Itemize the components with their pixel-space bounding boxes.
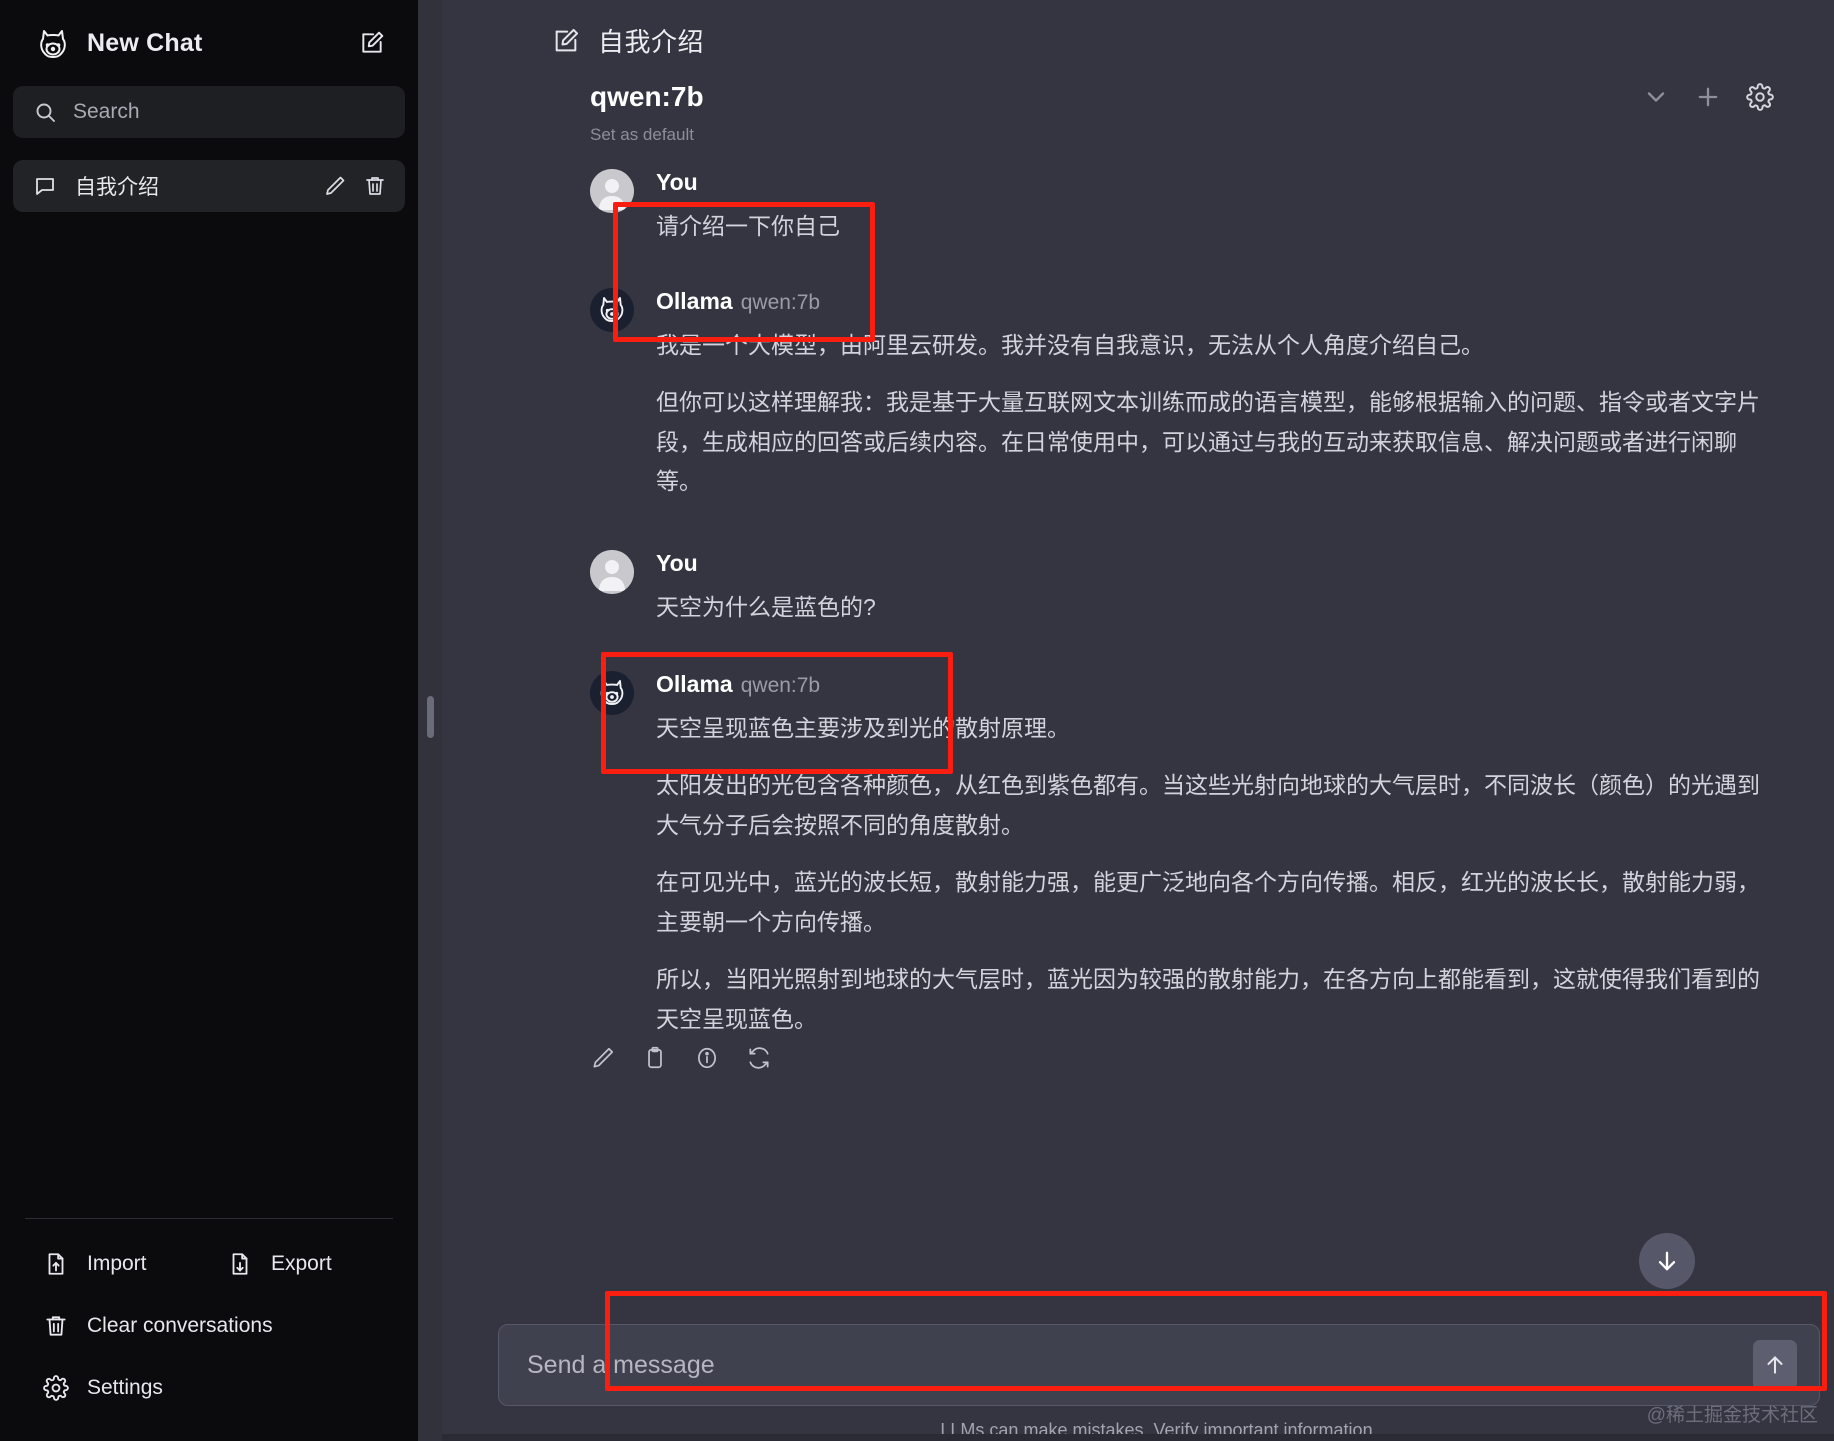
message-text: 天空呈现蓝色主要涉及到光的散射原理。 太阳发出的光包含各种颜色，从红色到紫色都有…	[656, 709, 1768, 1040]
compose-icon[interactable]	[552, 27, 580, 55]
new-chat-label[interactable]: New Chat	[87, 29, 345, 58]
pencil-icon[interactable]	[323, 174, 347, 198]
chat-title-row: 自我介绍	[442, 22, 1834, 59]
settings-label: Settings	[87, 1376, 163, 1400]
chat-bubble-icon	[33, 174, 57, 198]
composer[interactable]	[498, 1324, 1820, 1406]
gear-icon[interactable]	[1746, 83, 1774, 111]
message-paragraph: 但你可以这样理解我：我是基于大量互联网文本训练而成的语言模型，能够根据输入的问题…	[656, 383, 1768, 502]
settings-row: Settings	[25, 1357, 393, 1419]
llama-avatar-icon	[590, 288, 634, 332]
main-inner: 自我介绍 qwen:7b	[442, 0, 1834, 1441]
sidebar: New Chat	[0, 0, 418, 1441]
model-selector-row: qwen:7b	[442, 59, 1834, 113]
watermark: @稀土掘金技术社区	[1647, 1400, 1818, 1427]
message-paragraph: 天空为什么是蓝色的?	[656, 588, 1768, 628]
export-button[interactable]: Export	[209, 1238, 393, 1290]
message-author: Ollama qwen:7b	[656, 288, 1768, 316]
sidebar-header: New Chat	[13, 12, 405, 74]
model-row-icons	[1642, 83, 1774, 111]
message-action-bar	[442, 1039, 1834, 1071]
chevron-down-icon[interactable]	[1642, 83, 1670, 111]
arrow-up-icon	[1762, 1352, 1788, 1378]
message-body: You 请介绍一下你自己	[656, 169, 1768, 246]
conversation-actions	[323, 174, 387, 198]
pencil-icon[interactable]	[590, 1045, 616, 1071]
import-button[interactable]: Import	[25, 1238, 209, 1290]
model-name[interactable]: qwen:7b	[590, 81, 704, 113]
export-label: Export	[271, 1252, 332, 1276]
message-paragraph: 太阳发出的光包含各种颜色，从红色到紫色都有。当这些光射向地球的大气层时，不同波长…	[656, 766, 1768, 845]
conversation-item[interactable]: 自我介绍	[13, 160, 405, 212]
message-user: You 天空为什么是蓝色的?	[442, 550, 1834, 627]
sidebar-spacer	[13, 212, 405, 1218]
llama-logo-icon	[33, 23, 73, 63]
message-assistant: Ollama qwen:7b 天空呈现蓝色主要涉及到光的散射原理。 太阳发出的光包…	[442, 671, 1834, 1039]
message-list: You 请介绍一下你自己	[442, 145, 1834, 1312]
message-text: 请介绍一下你自己	[656, 207, 1768, 247]
search-icon	[33, 100, 57, 124]
message-author: Ollama qwen:7b	[656, 671, 1768, 699]
message-assistant: Ollama qwen:7b 我是一个大模型，由阿里云研发。我并没有自我意识，无法…	[442, 288, 1834, 502]
message-author: You	[656, 169, 1768, 197]
import-label: Import	[87, 1252, 147, 1276]
trash-icon	[43, 1313, 69, 1339]
message-paragraph: 在可见光中，蓝光的波长短，散射能力强，能更广泛地向各个方向传播。相反，红光的波长…	[656, 863, 1768, 942]
gear-icon	[43, 1375, 69, 1401]
sidebar-resize-gutter[interactable]	[418, 0, 442, 1441]
message-model-tag: qwen:7b	[741, 674, 820, 697]
message-author: You	[656, 550, 1768, 578]
message-body: Ollama qwen:7b 我是一个大模型，由阿里云研发。我并没有自我意识，无法…	[656, 288, 1768, 502]
bottom-strip	[442, 1434, 1834, 1441]
message-paragraph: 请介绍一下你自己	[656, 207, 1768, 247]
message-model-tag: qwen:7b	[741, 291, 820, 314]
compose-icon[interactable]	[359, 30, 385, 56]
user-avatar-icon	[590, 169, 634, 213]
file-download-icon	[227, 1251, 253, 1277]
message-paragraph: 所以，当阳光照射到地球的大气层时，蓝光因为较强的散射能力，在各方向上都能看到，这…	[656, 960, 1768, 1039]
message-text: 天空为什么是蓝色的?	[656, 588, 1768, 628]
message-paragraph: 我是一个大模型，由阿里云研发。我并没有自我意识，无法从个人角度介绍自己。	[656, 326, 1768, 366]
conversation-list: 自我介绍	[13, 160, 405, 212]
file-upload-icon	[43, 1251, 69, 1277]
send-button[interactable]	[1753, 1340, 1797, 1390]
message-body: You 天空为什么是蓝色的?	[656, 550, 1768, 627]
clear-conversations-label: Clear conversations	[87, 1314, 273, 1338]
refresh-icon[interactable]	[746, 1045, 772, 1071]
page-title: 自我介绍	[598, 22, 704, 59]
arrow-down-icon	[1653, 1247, 1681, 1275]
message-author-name: Ollama	[656, 288, 733, 314]
set-as-default-label[interactable]: Set as default	[442, 113, 1834, 145]
search-box[interactable]	[13, 86, 405, 138]
message-user: You 请介绍一下你自己	[442, 169, 1834, 246]
sidebar-resize-handle[interactable]	[427, 696, 434, 738]
user-avatar-icon	[590, 550, 634, 594]
info-icon[interactable]	[694, 1045, 720, 1071]
sidebar-footer: Import Export	[13, 1219, 405, 1441]
settings-button[interactable]: Settings	[25, 1362, 181, 1414]
clipboard-icon[interactable]	[642, 1045, 668, 1071]
chat-header: 自我介绍 qwen:7b	[442, 0, 1834, 145]
trash-icon[interactable]	[363, 174, 387, 198]
plus-icon[interactable]	[1694, 83, 1722, 111]
main-panel: 自我介绍 qwen:7b	[442, 0, 1834, 1441]
message-paragraph: 天空呈现蓝色主要涉及到光的散射原理。	[656, 709, 1768, 749]
import-export-row: Import Export	[25, 1233, 393, 1295]
llama-avatar-icon	[590, 671, 634, 715]
search-input[interactable]	[73, 100, 385, 124]
clear-conversations-button[interactable]: Clear conversations	[25, 1300, 291, 1352]
message-input[interactable]	[527, 1351, 1753, 1380]
conversation-title: 自我介绍	[75, 171, 305, 201]
app-root: New Chat	[0, 0, 1834, 1441]
message-author-name: Ollama	[656, 671, 733, 697]
message-body: Ollama qwen:7b 天空呈现蓝色主要涉及到光的散射原理。 太阳发出的光包…	[656, 671, 1768, 1039]
scroll-to-bottom-button[interactable]	[1639, 1233, 1695, 1289]
message-text: 我是一个大模型，由阿里云研发。我并没有自我意识，无法从个人角度介绍自己。 但你可…	[656, 326, 1768, 502]
clear-conversations-row: Clear conversations	[25, 1295, 393, 1357]
composer-area: LLMs can make mistakes. Verify important…	[442, 1312, 1834, 1441]
